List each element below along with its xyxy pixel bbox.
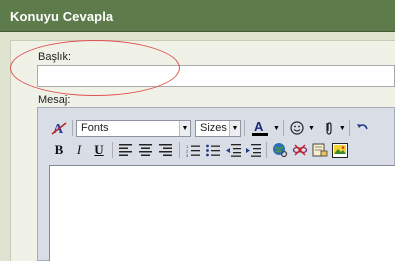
unlink-icon[interactable] (290, 140, 310, 160)
size-select[interactable]: Sizes ▼ (195, 119, 241, 137)
font-select[interactable]: Fonts ▼ (76, 119, 191, 137)
chevron-down-icon: ▼ (229, 120, 240, 136)
chevron-down-icon[interactable]: ▼ (273, 125, 280, 132)
toolbar-separator (72, 120, 73, 136)
message-label: Mesaj: (38, 94, 71, 106)
toolbar-row-2: B I U 123 (49, 139, 350, 161)
smiley-icon[interactable] (287, 118, 307, 138)
toolbar-row-1: A Fonts ▼ Sizes ▼ A ▼ ▼ ▼ (49, 117, 373, 139)
toolbar-separator (348, 120, 350, 136)
bold-icon[interactable]: B (49, 140, 69, 160)
rich-text-editor: A Fonts ▼ Sizes ▼ A ▼ ▼ ▼ B I (37, 107, 395, 261)
align-right-icon[interactable] (156, 140, 176, 160)
chevron-down-icon[interactable]: ▼ (339, 125, 346, 132)
toolbar-separator (244, 120, 245, 136)
link-icon[interactable] (270, 140, 290, 160)
svg-text:A: A (254, 119, 264, 134)
font-color-icon[interactable]: A (248, 118, 272, 138)
font-select-value: Fonts (81, 122, 109, 134)
image-icon[interactable] (330, 140, 350, 160)
undo-icon[interactable] (353, 118, 373, 138)
ordered-list-icon[interactable]: 123 (183, 140, 203, 160)
indent-icon[interactable] (243, 140, 263, 160)
subject-input[interactable] (37, 65, 395, 87)
toolbar-separator (266, 142, 267, 158)
toolbar-separator (179, 142, 180, 158)
underline-icon[interactable]: U (89, 140, 109, 160)
toolbar-separator (112, 142, 113, 158)
toolbar-separator (282, 120, 284, 136)
align-left-icon[interactable] (116, 140, 136, 160)
outdent-icon[interactable] (223, 140, 243, 160)
attachment-icon[interactable] (318, 118, 338, 138)
remove-format-icon[interactable]: A (49, 118, 69, 138)
align-center-icon[interactable] (136, 140, 156, 160)
chevron-down-icon: ▼ (179, 120, 190, 136)
subject-label: Başlık: (38, 51, 72, 63)
window-title: Konuyu Cevapla (10, 9, 114, 24)
chevron-down-icon[interactable]: ▼ (308, 125, 315, 132)
window-titlebar: Konuyu Cevapla (0, 0, 395, 32)
email-icon[interactable] (310, 140, 330, 160)
italic-icon[interactable]: I (69, 140, 89, 160)
message-textarea[interactable] (49, 165, 395, 261)
unordered-list-icon[interactable] (203, 140, 223, 160)
svg-text:3: 3 (186, 153, 189, 157)
size-select-value: Sizes (200, 122, 227, 134)
